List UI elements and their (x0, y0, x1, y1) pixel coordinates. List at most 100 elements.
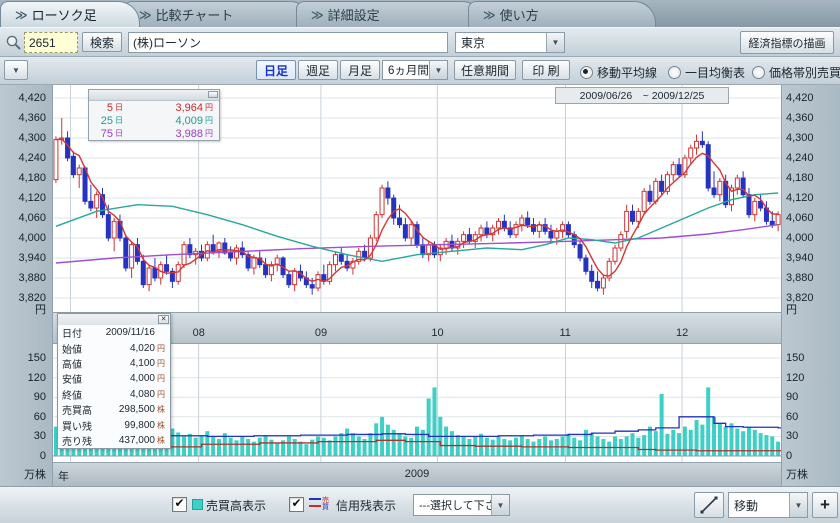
right-axis-column (781, 85, 840, 486)
range-select[interactable]: 6ヵ月間 ▼ (382, 60, 448, 80)
tooltip-row: 終値4,080円 (58, 387, 170, 402)
chevron-down-icon[interactable]: ▼ (546, 33, 564, 52)
axis-tick-label: 4,000 (786, 232, 814, 244)
margin-lines-swatch-icon: 売 買 (309, 496, 331, 510)
axis-tick-label: 万株 (786, 466, 808, 482)
axis-tick-label: 4,300 (0, 132, 46, 144)
axis-tick-label: 150 (0, 352, 46, 364)
axis-tick-label: 4,420 (0, 92, 46, 104)
quote-tooltip: ✕ 日付2009/11/16始値4,020円高値4,100円安値4,000円終値… (57, 313, 171, 449)
axis-tick-label: 30 (0, 430, 46, 442)
move-mode-select[interactable]: 移動 ▼ (728, 492, 808, 518)
axis-tick-label: 3,880 (0, 272, 46, 284)
axis-tick-label: 円 (0, 301, 46, 317)
indicator-select-value: ---選択して下さい--- (414, 495, 491, 515)
tooltip-row: 買い残99,800株 (58, 417, 170, 432)
volume-display-checkbox[interactable]: ✔ (172, 497, 187, 512)
radio-icon (668, 66, 681, 79)
axis-tick-label: 0 (0, 450, 46, 462)
print-button[interactable]: 印 刷 (522, 60, 570, 80)
month-label: 10 (431, 327, 443, 339)
axis-tick-label: 4,420 (786, 92, 814, 104)
chevron-down-icon[interactable]: ▼ (789, 493, 807, 517)
options-toolbar: ▼ 日足週足月足 6ヵ月間 ▼ 任意期間 印 刷 移動平均線一目均衡表価格帯別売… (0, 57, 840, 85)
search-toolbar: 検索 東京 ▼ 経済指標の描画 (0, 27, 840, 57)
minimize-icon[interactable] (208, 91, 218, 98)
ma-legend-box: 5日3,964円25日4,009円75日3,988円 (88, 89, 220, 141)
economic-indicator-button[interactable]: 経済指標の描画 (740, 31, 834, 54)
axis-tick-label: 0 (786, 450, 792, 462)
ma-legend-titlebar (89, 90, 219, 101)
date-range-box: 2009/06/26 ~ 2009/12/25 (555, 87, 729, 104)
radio-icon (752, 66, 765, 79)
chevron-down-icon: ▼ (12, 66, 20, 75)
axis-tick-label: 4,120 (786, 192, 814, 204)
axis-tick-label: 60 (786, 411, 798, 423)
tooltip-row: 高値4,100円 (58, 356, 170, 371)
zoom-in-button[interactable]: + (812, 492, 838, 518)
stock-code-input[interactable] (24, 32, 78, 53)
tooltip-row: 売買高298,500株 (58, 402, 170, 417)
month-label: 09 (315, 327, 327, 339)
tooltip-titlebar: ✕ (58, 314, 170, 325)
ma-legend-rows: 5日3,964円25日4,009円75日3,988円 (89, 101, 219, 140)
month-label: 08 (193, 327, 205, 339)
volume-swatch-icon (192, 499, 203, 510)
tab-bar: ≫ローソク足≫比較チャート≫詳細設定≫使い方 (0, 0, 840, 27)
radio-icon (580, 66, 593, 79)
chart-panel: 070809101112 年 2009 5日3,964円25日4,009円75日… (0, 85, 840, 486)
axis-tick-label: 万株 (0, 466, 46, 482)
axis-tick-label: 3,940 (0, 252, 46, 264)
chart-application: ≫ローソク足≫比較チャート≫詳細設定≫使い方 検索 東京 ▼ 経済指標の描画 ▼… (0, 0, 840, 523)
axis-tick-label: 4,240 (0, 152, 46, 164)
ma-legend-row: 25日4,009円 (89, 114, 219, 127)
ma-legend-row: 5日3,964円 (89, 101, 219, 114)
period-button-3[interactable]: 月足 (340, 60, 380, 80)
date-range-text: 2009/06/26 ~ 2009/12/25 (580, 88, 705, 103)
tooltip-rows: 日付2009/11/16始値4,020円高値4,100円安値4,000円終値4,… (58, 325, 170, 448)
axis-tick-label: 150 (786, 352, 804, 364)
axis-tick-label: 30 (786, 430, 798, 442)
month-label: 11 (560, 327, 571, 339)
trendline-tool-button[interactable] (694, 492, 724, 518)
chevron-right-icon: ≫ (139, 8, 150, 22)
period-button-1[interactable]: 日足 (256, 60, 296, 80)
volume-display-label: 売買高表示 (206, 497, 266, 514)
axis-tick-label: 3,880 (786, 272, 814, 284)
tab-1[interactable]: ≫ローソク足 (0, 1, 140, 27)
axis-tick-label: 90 (0, 391, 46, 403)
exchange-value: 東京 (456, 33, 546, 52)
tooltip-row: 日付2009/11/16 (58, 325, 170, 340)
chevron-down-icon[interactable]: ▼ (429, 61, 447, 79)
chevron-down-icon[interactable]: ▼ (491, 495, 509, 515)
radio-1[interactable]: 移動平均線 (580, 64, 657, 81)
tab-3[interactable]: ≫詳細設定 (296, 1, 484, 27)
tab-4[interactable]: ≫使い方 (468, 1, 656, 27)
tooltip-row: 安値4,000円 (58, 371, 170, 386)
axis-tick-label: 4,060 (786, 212, 814, 224)
month-label: 12 (676, 327, 688, 339)
close-icon[interactable]: ✕ (158, 315, 169, 324)
diagonal-line-icon (699, 495, 719, 515)
move-mode-value: 移動 (729, 493, 789, 517)
search-icon (5, 34, 22, 51)
axis-tick-label: 4,360 (0, 112, 46, 124)
radio-2[interactable]: 一目均衡表 (668, 64, 745, 81)
indicator-select[interactable]: ---選択して下さい--- ▼ (413, 494, 510, 516)
search-button[interactable]: 検索 (82, 32, 122, 52)
axis-tick-label: 4,000 (0, 232, 46, 244)
radio-3[interactable]: 価格帯別売買高 (752, 64, 840, 81)
tab-2[interactable]: ≫比較チャート (124, 1, 312, 27)
margin-display-checkbox[interactable]: ✔ (289, 497, 304, 512)
period-button-2[interactable]: 週足 (298, 60, 338, 80)
axis-tick-label: 60 (0, 411, 46, 423)
exchange-select[interactable]: 東京 ▼ (455, 32, 565, 53)
bottom-toolbar: ✔ 売買高表示 ✔ 売 買 信用残表示 ---選択して下さい--- ▼ 移動 ▼… (0, 486, 840, 523)
arbitrary-period-button[interactable]: 任意期間 (454, 60, 516, 80)
history-dropdown-button[interactable]: ▼ (4, 60, 28, 80)
stock-name-input[interactable] (128, 32, 448, 53)
axis-tick-label: 4,180 (0, 172, 46, 184)
axis-tick-label: 円 (786, 301, 797, 317)
axis-tick-label: 4,180 (786, 172, 814, 184)
chevron-right-icon: ≫ (483, 8, 494, 22)
